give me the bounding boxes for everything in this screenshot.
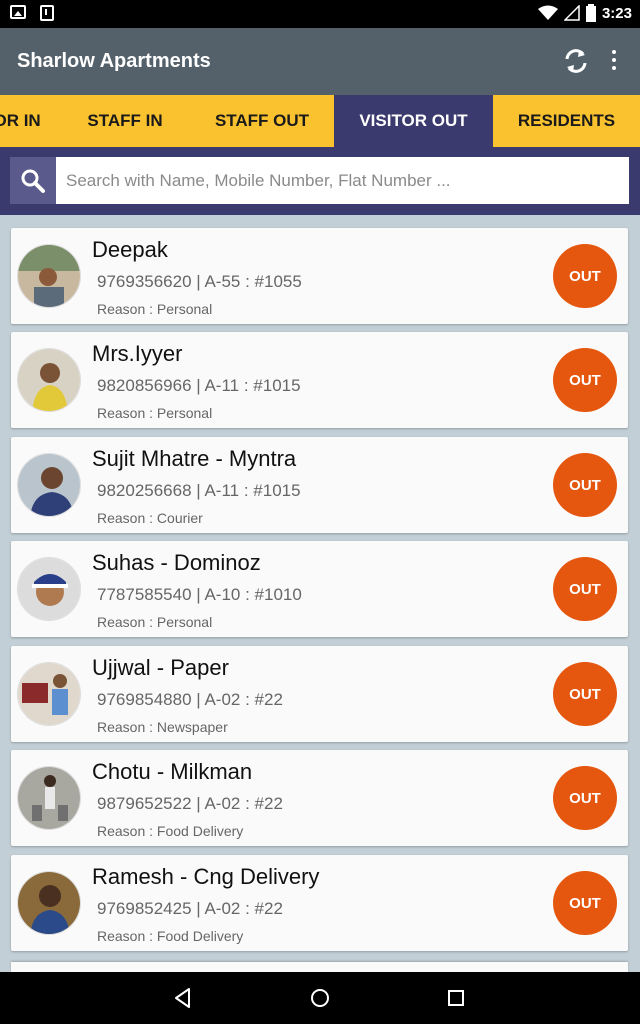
visitor-list[interactable]: Deepak 9769356620 | A-55 : #1055 Reason … [0,215,640,972]
visitor-contact: 9879652522 | A-02 : #22 [97,794,283,813]
search-icon [21,169,45,193]
checkout-button[interactable]: OUT [553,766,617,830]
visitor-avatar [17,662,81,726]
visitor-reason: Reason : Food Delivery [97,823,244,839]
visitor-avatar [17,766,81,830]
more-vert-icon[interactable] [607,50,621,72]
tab-staff-out[interactable]: STAFF OUT [192,95,332,147]
wifi-icon [537,5,558,20]
image-icon [10,5,26,19]
visitor-reason: Reason : Personal [97,301,213,317]
visitor-name: Chotu - Milkman [92,759,253,784]
visitor-contact: 9820856966 | A-11 : #1015 [97,376,301,395]
clock: 3:23 [601,4,632,22]
tab-residents[interactable]: RESIDENTS [493,95,640,147]
visitor-reason: Reason : Personal [97,405,213,421]
search-input[interactable] [56,157,629,204]
search-button[interactable] [10,157,56,204]
refresh-icon[interactable] [562,47,590,75]
search-bar [0,147,640,215]
visitor-card[interactable]: Sujit Mhatre - Myntra 9820256668 | A-11 … [11,437,628,533]
home-icon[interactable] [308,986,332,1010]
visitor-contact: 9769852425 | A-02 : #22 [97,899,283,918]
visitor-contact: 9769854880 | A-02 : #22 [97,690,283,709]
checkout-button[interactable]: OUT [553,662,617,726]
visitor-contact: 9820256668 | A-11 : #1015 [97,481,301,500]
visitor-reason: Reason : Food Delivery [97,928,244,944]
back-icon[interactable] [171,986,195,1010]
visitor-card[interactable]: Chotu - Milkman 9879652522 | A-02 : #22 … [11,750,628,846]
visitor-avatar [17,244,81,308]
visitor-avatar [17,348,81,412]
visitor-card[interactable]: Ujjwal - Paper 9769854880 | A-02 : #22 R… [11,646,628,742]
checkout-button[interactable]: OUT [553,244,617,308]
signal-icon [563,5,580,21]
visitor-name: Suhas - Dominoz [92,550,261,575]
visitor-contact: 7787585540 | A-10 : #1010 [97,585,302,604]
visitor-card[interactable]: Suhas - Dominoz 7787585540 | A-10 : #101… [11,541,628,637]
checkout-button[interactable]: OUT [553,557,617,621]
visitor-card-partial [11,962,628,972]
battery-icon [585,4,596,22]
tab-bar: VISITOR IN STAFF IN STAFF OUT VISITOR OU… [0,95,640,147]
visitor-name: Ramesh - Cng Delivery [92,864,320,889]
visitor-name: Mrs.Iyyer [92,341,183,366]
tab-visitor-in[interactable]: VISITOR IN [0,95,58,147]
visitor-name: Deepak [92,237,168,262]
status-bar: 3:23 [0,0,640,28]
visitor-avatar [17,871,81,935]
download-icon [40,5,54,21]
visitor-name: Sujit Mhatre - Myntra [92,446,297,471]
visitor-reason: Reason : Courier [97,510,203,526]
visitor-card[interactable]: Deepak 9769356620 | A-55 : #1055 Reason … [11,228,628,324]
visitor-avatar [17,453,81,517]
visitor-reason: Reason : Newspaper [97,719,228,735]
recents-icon[interactable] [444,986,468,1010]
checkout-button[interactable]: OUT [553,348,617,412]
checkout-button[interactable]: OUT [553,453,617,517]
tab-staff-in[interactable]: STAFF IN [60,95,190,147]
visitor-reason: Reason : Personal [97,614,213,630]
checkout-button[interactable]: OUT [553,871,617,935]
tab-visitor-out[interactable]: VISITOR OUT [334,95,493,147]
visitor-contact: 9769356620 | A-55 : #1055 [97,272,302,291]
navigation-bar [0,972,640,1024]
visitor-avatar [17,557,81,621]
app-bar: Sharlow Apartments [0,28,640,95]
app-title: Sharlow Apartments [17,50,211,72]
visitor-card[interactable]: Mrs.Iyyer 9820856966 | A-11 : #1015 Reas… [11,332,628,428]
visitor-card[interactable]: Ramesh - Cng Delivery 9769852425 | A-02 … [11,855,628,951]
visitor-name: Ujjwal - Paper [92,655,229,680]
